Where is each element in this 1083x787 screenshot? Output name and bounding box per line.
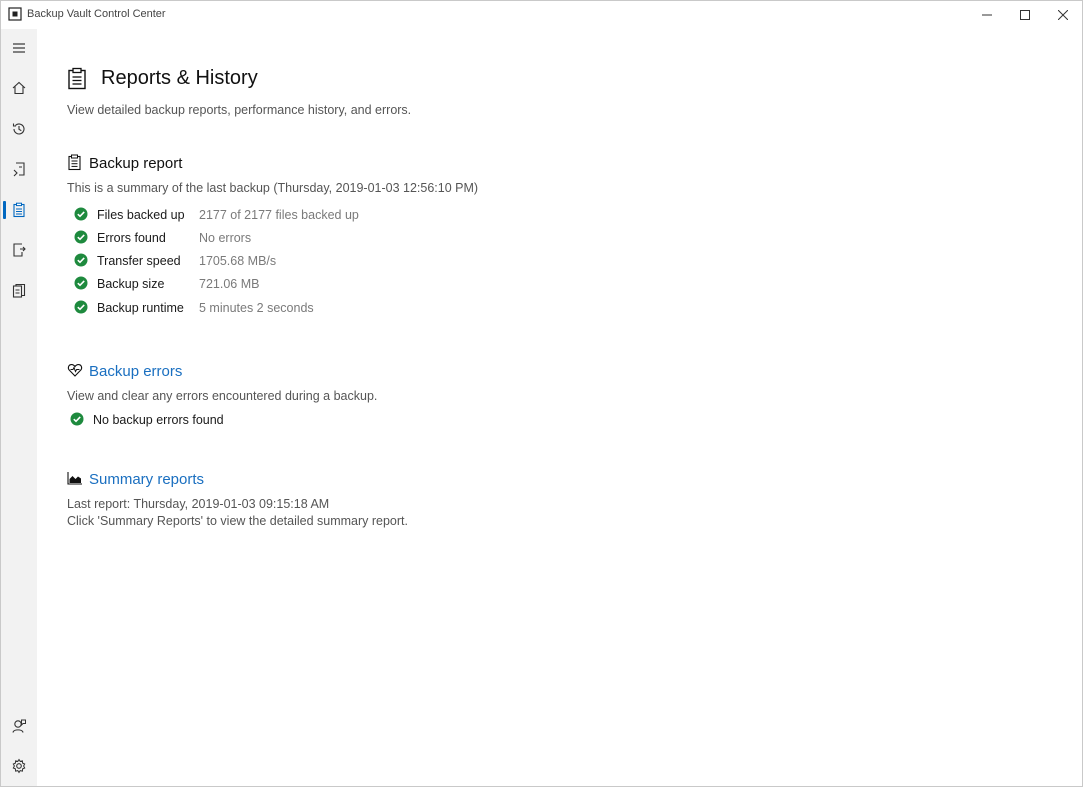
page-subtitle: View detailed backup reports, performanc… [67,103,412,117]
app-window: Backup Vault Control Center Reports & Hi… [0,0,1083,787]
sidebar-item-reports[interactable] [1,192,37,228]
library-icon [12,283,26,298]
backup-errors-link[interactable]: Backup errors [89,363,182,380]
main-content: Reports & History View detailed backup r… [37,29,1082,786]
area-chart-icon [67,472,82,485]
report-row-label: Errors found [97,231,166,245]
maximize-icon [1020,10,1030,20]
hamburger-menu-icon [13,43,25,53]
check-circle-icon [74,253,88,267]
backup-errors-status: No backup errors found [93,413,224,427]
export-icon [13,243,26,257]
report-row-label: Backup runtime [97,301,184,315]
report-row-value: 1705.68 MB/s [199,254,277,268]
report-row-label: Files backed up [97,208,185,222]
close-icon [1058,10,1068,20]
window-title: Backup Vault Control Center [27,8,166,20]
sidebar-item-settings[interactable] [1,748,37,784]
maximize-button[interactable] [1006,1,1044,29]
sidebar-item-export[interactable] [1,232,37,268]
sidebar-item-history[interactable] [1,111,37,147]
report-row-value: 2177 of 2177 files backed up [199,208,359,222]
restore-icon [13,162,25,177]
backup-errors-description: View and clear any errors encountered du… [67,389,378,403]
title-bar: Backup Vault Control Center [1,1,1082,29]
check-circle-icon [74,300,88,314]
heart-monitor-icon [67,364,83,377]
page-title: Reports & History [101,67,258,89]
minimize-button[interactable] [968,1,1006,29]
page-clipboard-icon [68,67,86,90]
home-icon [12,81,26,95]
clipboard-icon [13,202,25,218]
summary-reports-hint: Click 'Summary Reports' to view the deta… [67,514,408,528]
backup-report-title: Backup report [89,155,183,172]
close-button[interactable] [1044,1,1082,29]
support-icon [12,719,26,733]
sidebar-item-home[interactable] [1,70,37,106]
summary-reports-last: Last report: Thursday, 2019-01-03 09:15:… [67,497,330,511]
backup-report-icon [68,154,81,171]
check-circle-icon [74,276,88,290]
check-circle-icon [74,230,88,244]
sidebar-item-support[interactable] [1,708,37,744]
check-circle-icon [70,412,84,426]
history-icon [12,123,25,135]
app-logo-icon [8,7,22,21]
summary-reports-link[interactable]: Summary reports [89,471,204,488]
report-row-label: Backup size [97,277,165,291]
minimize-icon [982,14,992,16]
sidebar-item-library[interactable] [1,273,37,309]
report-row-value: 5 minutes 2 seconds [199,301,314,315]
check-circle-icon [74,207,88,221]
report-row-value: 721.06 MB [199,277,260,291]
sidebar-item-restore[interactable] [1,151,37,187]
report-row-value: No errors [199,231,252,245]
backup-report-summary: This is a summary of the last backup (Th… [67,181,479,195]
report-row-label: Transfer speed [97,254,181,268]
hamburger-menu-button[interactable] [1,30,37,66]
gear-icon [12,758,26,774]
sidebar [1,29,37,786]
